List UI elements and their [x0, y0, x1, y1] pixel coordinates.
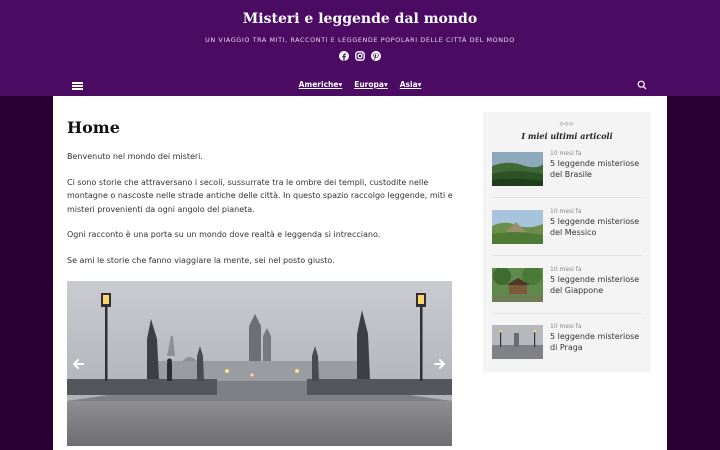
site-tagline: UN VIAGGIO TRA MITI, RACCONTI E LEGGENDE…	[205, 36, 515, 44]
post-date: 10 mesi fa	[550, 323, 582, 330]
nav-item-europa[interactable]: Europa▾	[354, 80, 388, 89]
nav-menu: Americhe▾ Europa▾ Asia▾	[0, 80, 720, 89]
post-thumbnail-brasile[interactable]	[492, 152, 543, 186]
social-links	[0, 51, 720, 61]
post-title-link[interactable]: 5 leggende misteriose del Messico	[550, 217, 642, 238]
post-thumbnail-praga[interactable]	[492, 325, 543, 359]
post-date: 10 mesi fa	[550, 208, 582, 215]
page-title: Home	[67, 118, 120, 137]
sidebar-decoration: ◇◇◇	[559, 121, 575, 127]
facebook-icon[interactable]	[339, 51, 349, 61]
nav-item-americhe[interactable]: Americhe▾	[299, 80, 343, 89]
search-icon[interactable]	[637, 80, 647, 90]
page-body: Benvenuto nel mondo dei misteri. Ci sono…	[67, 150, 455, 280]
intro-paragraph: Benvenuto nel mondo dei misteri.	[67, 152, 203, 161]
slider-next-arrow-icon[interactable]	[433, 357, 447, 371]
instagram-icon[interactable]	[355, 51, 365, 61]
post-date: 10 mesi fa	[550, 266, 582, 273]
body-paragraph: Ogni racconto è una porta su un mondo do…	[67, 230, 381, 240]
image-slider[interactable]	[67, 281, 452, 446]
post-title-link[interactable]: 5 leggende misteriose del Giappone	[550, 275, 642, 296]
pinterest-icon[interactable]	[371, 51, 381, 61]
charles-bridge-photo	[67, 281, 452, 446]
sidebar-recent-posts: ◇◇◇ I miei ultimi articoli 10 mesi fa 5 …	[483, 112, 651, 372]
post-title-link[interactable]: 5 leggende misteriose del Brasile	[550, 159, 642, 180]
site-header: Misteri e leggende dal mondo UN VIAGGIO …	[0, 0, 720, 96]
post-date: 10 mesi fa	[550, 150, 582, 157]
sidebar-title: I miei ultimi articoli	[521, 131, 613, 141]
recent-post-item[interactable]: 10 mesi fa 5 leggende misteriose di Prag…	[492, 321, 642, 371]
body-paragraph: Se ami le storie che fanno viaggiare la …	[67, 255, 335, 265]
recent-post-item[interactable]: 10 mesi fa 5 leggende misteriose del Mes…	[492, 206, 642, 256]
slider-prev-arrow-icon[interactable]	[71, 357, 85, 371]
recent-post-item[interactable]: 10 mesi fa 5 leggende misteriose del Gia…	[492, 264, 642, 314]
recent-post-item[interactable]: 10 mesi fa 5 leggende misteriose del Bra…	[492, 148, 642, 198]
post-divider	[492, 197, 642, 198]
post-thumbnail-messico[interactable]	[492, 210, 543, 244]
post-title-link[interactable]: 5 leggende misteriose di Praga	[550, 332, 642, 353]
post-divider	[492, 313, 642, 314]
nav-item-asia[interactable]: Asia▾	[400, 80, 422, 89]
site-title[interactable]: Misteri e leggende dal mondo	[0, 11, 720, 27]
post-thumbnail-giappone[interactable]	[492, 268, 543, 302]
post-divider	[492, 255, 642, 256]
body-paragraph: Ci sono storie che attraversano i secoli…	[67, 177, 453, 214]
main-navigation: Americhe▾ Europa▾ Asia▾	[0, 74, 720, 96]
